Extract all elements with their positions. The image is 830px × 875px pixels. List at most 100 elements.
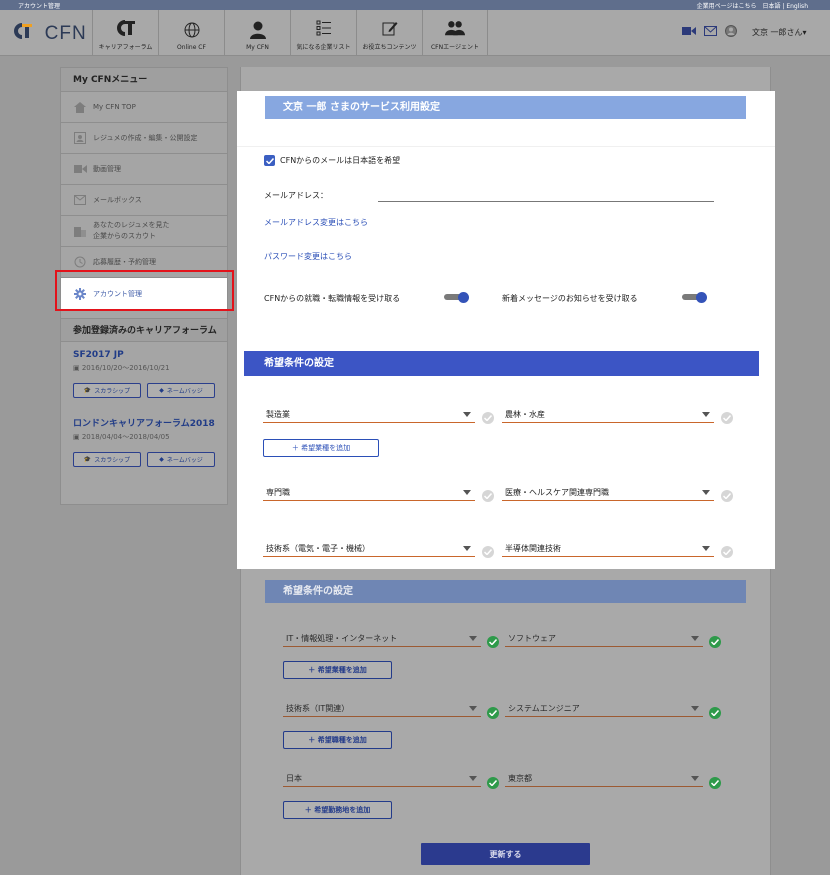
scholarship-button[interactable]: 🎓 スカラシップ [73,452,141,467]
pencil-icon [380,18,400,38]
check-circle-icon [721,546,733,558]
nav-agent[interactable]: CFNエージェント [422,10,488,56]
cfn-logo[interactable]: CFN [12,22,87,45]
video-icon[interactable] [682,25,696,40]
toggle-jobinfo[interactable] [444,292,470,303]
check-circle-icon [487,636,499,648]
forums-title: 参加登録済みのキャリアフォーラム [61,318,227,342]
pref-title: 希望条件の設定 [244,351,759,376]
video-icon [73,162,87,176]
change-password-link[interactable]: パスワード変更はこちら [264,251,352,262]
check-circle-icon [482,412,494,424]
check-circle-icon [709,636,721,648]
check-circle-icon [482,490,494,502]
email-field[interactable] [378,188,714,202]
service-title: 文京 一郎 さまのサービス利用設定 [265,96,746,119]
nav-career-forum[interactable]: キャリアフォーラム [92,10,158,56]
sidebar-title: My CFNメニュー [61,68,227,92]
tag-icon: ◆ [159,387,164,394]
highlight-box [55,270,234,311]
add-industry-button-bg[interactable]: ＋ 希望業種を追加 [283,661,392,679]
caret-down-icon [469,706,477,711]
tag-icon: ◆ [159,456,164,463]
calendar-icon: ▣ [73,364,82,372]
top-strip-left: アカウント管理 [18,3,61,10]
industry-select-bg-1[interactable]: IT・情報処理・インターネット [283,633,481,647]
sidebar-item-resume[interactable]: レジュメの作成・編集・公開設定 [61,123,227,154]
home-icon [73,100,87,114]
nav-my-cfn[interactable]: My CFN [224,10,290,56]
change-email-link[interactable]: メールアドレス変更はこちら [264,217,368,228]
graduation-cap-icon: 🎓 [83,387,92,394]
name-badge-button[interactable]: ◆ ネームバッジ [147,452,215,467]
nav-watchlist[interactable]: 気になる企業リスト [290,10,356,56]
caret-down-icon [463,546,471,551]
pref-bg-title: 希望条件の設定 [265,580,746,603]
card-divider [237,146,775,147]
caret-down-icon [463,490,471,495]
user-menu[interactable]: 文京 一郎さん▾ [752,27,807,38]
check-circle-icon [709,707,721,719]
building-icon [73,224,87,238]
sidebar-item-mailbox[interactable]: メールボックス [61,185,227,216]
user-circle-icon[interactable] [725,25,737,40]
job-select-1[interactable]: 専門職 [263,487,475,501]
caret-down-icon [463,412,471,417]
caret-down-icon [702,490,710,495]
caret-down-icon [691,776,699,781]
caret-down-icon [702,546,710,551]
graduation-cap-icon: 🎓 [83,456,92,463]
add-industry-button[interactable]: ＋ 希望業種を追加 [263,439,379,457]
job-select-bg-1[interactable]: 技術系（IT関連） [283,703,481,717]
forum-item: SF2017 JP ▣ 2016/10/20〜2016/10/21 🎓 スカラシッ… [61,342,227,402]
logo-text: CFN [44,23,87,44]
nav-online-cf[interactable]: Online CF [158,10,224,56]
email-label: メールアドレス： [264,191,328,200]
japanese-mail-option[interactable]: CFNからのメールは日本語を希望 [264,155,400,166]
location-select-2[interactable]: 東京都 [505,773,703,787]
resume-icon [73,131,87,145]
main-nav: キャリアフォーラム Online CF My CFN 気になる企業リスト お役立… [92,10,488,56]
location-select-1[interactable]: 日本 [283,773,481,787]
check-circle-icon [482,546,494,558]
history-icon [73,255,87,269]
globe-icon [182,20,202,40]
mail-icon [73,193,87,207]
name-badge-button[interactable]: ◆ ネームバッジ [147,383,215,398]
mail-icon[interactable] [704,25,717,40]
top-strip-right[interactable]: 企業用ページはこちら 日本語 | English [697,1,808,10]
cf-logo-icon [116,18,136,38]
toggle-messages[interactable] [682,292,708,303]
sidebar-item-scout[interactable]: あなたのレジュメを見た 企業からのスカウト [61,216,227,247]
sidebar-item-top[interactable]: My CFN TOP [61,92,227,123]
forum-name[interactable]: SF2017 JP [73,350,215,360]
toggle-messages-label: 新着メッセージのお知らせを受け取る [502,294,638,303]
job-select-2[interactable]: 医療・ヘルスケア関連専門職 [502,487,714,501]
industry-select-2[interactable]: 農林・水産 [502,409,714,423]
add-location-button[interactable]: ＋ 希望勤務地を追加 [283,801,392,819]
caret-down-icon [691,636,699,641]
check-circle-icon [721,412,733,424]
job-select-3[interactable]: 技術系（電気・電子・機械） [263,543,475,557]
industry-select-bg-2[interactable]: ソフトウェア [505,633,703,647]
check-circle-icon [487,777,499,789]
scholarship-button[interactable]: 🎓 スカラシップ [73,383,141,398]
forum-item: ロンドンキャリアフォーラム2018 ▣ 2018/04/04〜2018/04/0… [61,402,227,471]
forum-dates: ▣ 2018/04/04〜2018/04/05 [73,433,170,441]
check-circle-icon [487,707,499,719]
list-icon [314,18,334,38]
add-job-button-bg[interactable]: ＋ 希望職種を追加 [283,731,392,749]
sidebar-item-video[interactable]: 動画管理 [61,154,227,185]
job-select-bg-2[interactable]: システムエンジニア [505,703,703,717]
forum-dates: ▣ 2016/10/20〜2016/10/21 [73,364,170,372]
check-circle-icon [721,490,733,502]
industry-select-1[interactable]: 製造業 [263,409,475,423]
checkbox-checked-icon[interactable] [264,155,275,166]
forum-name[interactable]: ロンドンキャリアフォーラム2018 [73,416,215,429]
calendar-icon: ▣ [73,433,82,441]
nav-contents[interactable]: お役立ちコンテンツ [356,10,422,56]
cfn-logo-icon [12,22,42,44]
caret-down-icon [702,412,710,417]
update-button[interactable]: 更新する [421,843,590,865]
job-select-4[interactable]: 半導体関連技術 [502,543,714,557]
